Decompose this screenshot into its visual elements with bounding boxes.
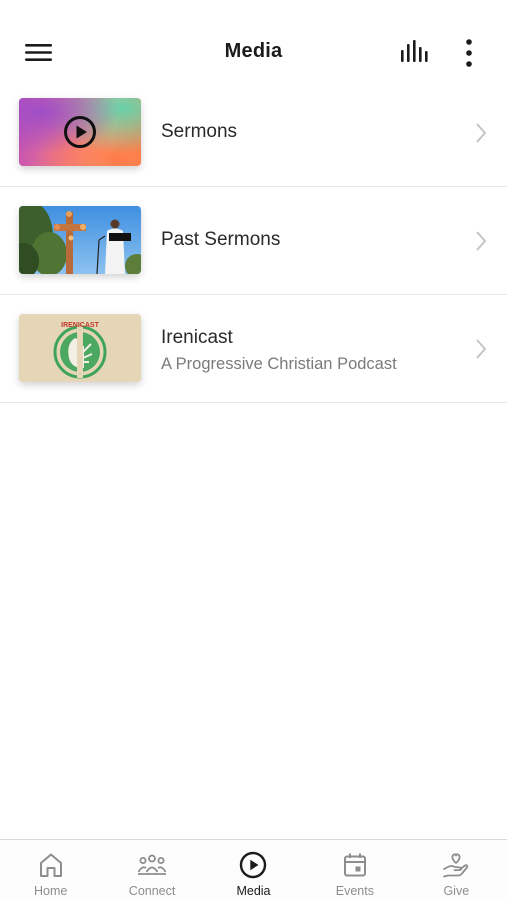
people-group-icon bbox=[137, 854, 167, 875]
chevron-right-icon bbox=[476, 231, 487, 251]
item-subtitle: A Progressive Christian Podcast bbox=[161, 355, 397, 373]
tab-give[interactable]: Give bbox=[406, 840, 507, 900]
tab-events[interactable]: Events bbox=[304, 840, 405, 900]
home-icon bbox=[39, 853, 62, 877]
more-options-button[interactable] bbox=[456, 36, 482, 70]
calendar-icon bbox=[343, 853, 366, 877]
list-item-past-sermons[interactable]: Past Sermons bbox=[0, 187, 507, 295]
tab-label: Connect bbox=[128, 884, 176, 898]
tab-connect[interactable]: Connect bbox=[101, 840, 202, 900]
app-screen: Media Sermons Past Sermons IRENICAST Ire… bbox=[0, 0, 507, 900]
irenicast-logo-thumbnail: IRENICAST bbox=[19, 314, 141, 382]
top-navigation-bar: Media bbox=[0, 0, 507, 80]
tab-media[interactable]: Media bbox=[203, 840, 304, 900]
audio-player-button[interactable] bbox=[398, 38, 432, 68]
tab-label: Give bbox=[443, 884, 470, 898]
audio-bars-icon bbox=[401, 40, 428, 62]
item-title: Past Sermons bbox=[161, 229, 281, 250]
list-item-sermons[interactable]: Sermons bbox=[0, 79, 507, 187]
play-circle-icon bbox=[64, 116, 96, 148]
item-title: Sermons bbox=[161, 121, 238, 142]
bottom-tab-bar: Home Connect Media Events Give bbox=[0, 839, 507, 900]
list-item-irenicast[interactable]: IRENICAST Irenicast A Progressive Christ… bbox=[0, 295, 507, 403]
tab-home[interactable]: Home bbox=[0, 840, 101, 900]
irenicast-logo-text: IRENICAST bbox=[61, 322, 99, 329]
vertical-dots-icon bbox=[466, 39, 472, 67]
item-title: Irenicast bbox=[161, 327, 233, 348]
tab-label: Home bbox=[34, 884, 68, 898]
tab-label: Media bbox=[236, 884, 271, 898]
tab-label: Events bbox=[335, 884, 374, 898]
chevron-right-icon bbox=[476, 123, 487, 143]
gradient-play-thumbnail bbox=[19, 98, 141, 166]
chevron-right-icon bbox=[476, 339, 487, 359]
play-circle-icon bbox=[240, 851, 267, 879]
preacher-photo-thumbnail bbox=[19, 206, 141, 274]
hand-heart-icon bbox=[443, 853, 469, 878]
media-list: Sermons Past Sermons IRENICAST Irenicast… bbox=[0, 79, 507, 403]
